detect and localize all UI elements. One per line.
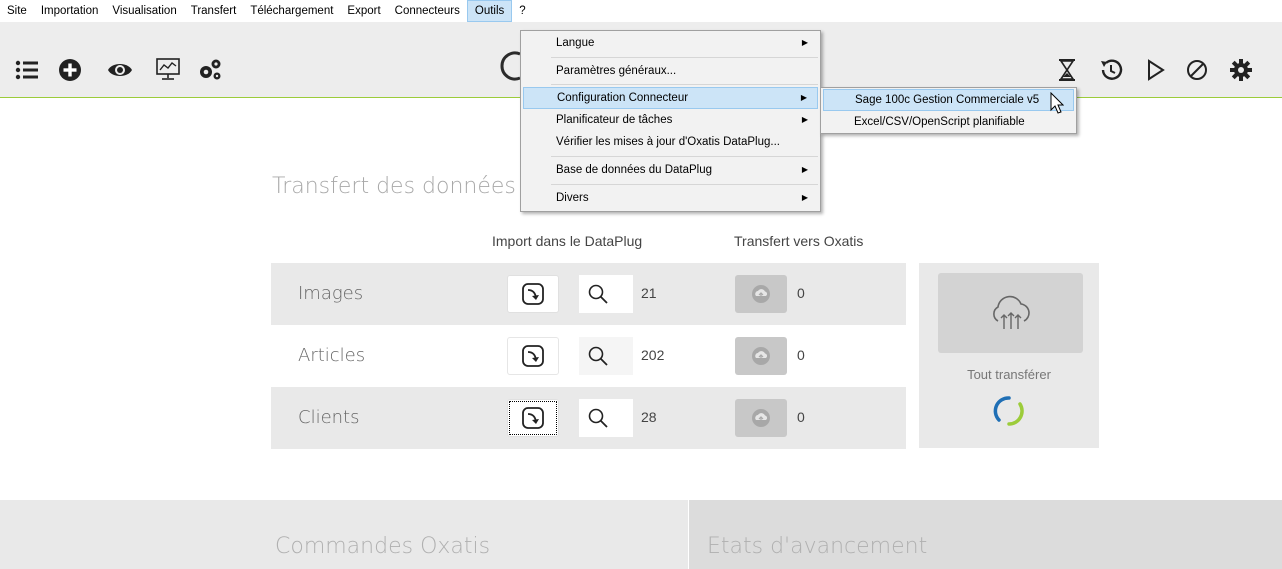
menu-importation[interactable]: Importation xyxy=(34,0,106,22)
import-count: 28 xyxy=(641,409,657,425)
submenu-item-excel[interactable]: Excel/CSV/OpenScript planifiable xyxy=(823,111,1074,133)
menu-help[interactable]: ? xyxy=(512,0,532,22)
app-window: Site Importation Visualisation Transfert… xyxy=(0,0,1282,569)
plus-circle-icon[interactable] xyxy=(55,55,85,85)
cloud-upload-large-icon xyxy=(992,295,1030,329)
menu-outils[interactable]: Outils xyxy=(466,0,513,22)
import-button[interactable] xyxy=(507,399,559,437)
submenu-arrow-icon: ▶ xyxy=(801,115,808,124)
tab-commandes[interactable]: Commandes Oxatis xyxy=(0,500,688,569)
menu-visualisation[interactable]: Visualisation xyxy=(105,0,183,22)
menu-separator xyxy=(551,184,818,185)
page-title: Transfert des données xyxy=(272,174,516,199)
import-count: 202 xyxy=(641,347,665,363)
menu-connecteurs[interactable]: Connecteurs xyxy=(388,0,467,22)
table-row-articles: Articles 202 0 xyxy=(271,325,906,387)
tab-commandes-label: Commandes Oxatis xyxy=(275,534,491,559)
play-icon[interactable] xyxy=(1140,55,1170,85)
logo-icon xyxy=(500,48,522,84)
column-header-transfer: Transfert vers Oxatis xyxy=(734,233,864,249)
menu-separator xyxy=(551,156,818,157)
menu-item-verifier-mises-a-jour[interactable]: Vérifier les mises à jour d'Oxatis DataP… xyxy=(523,131,818,153)
mouse-pointer-icon xyxy=(1050,92,1064,114)
view-button[interactable] xyxy=(579,275,633,313)
transfer-all-label: Tout transférer xyxy=(967,367,1051,382)
submenu-item-sage[interactable]: Sage 100c Gestion Commerciale v5 xyxy=(823,89,1074,111)
cloud-upload-icon xyxy=(752,347,770,365)
menu-bar: Site Importation Visualisation Transfert… xyxy=(0,0,1282,22)
row-label: Articles xyxy=(298,345,366,366)
transfer-button[interactable] xyxy=(735,337,787,375)
gears-icon[interactable] xyxy=(195,54,225,84)
menu-item-langue[interactable]: Langue ▶ xyxy=(523,32,818,54)
transfer-all-card: Tout transférer xyxy=(919,263,1099,448)
view-button[interactable] xyxy=(579,337,633,375)
cloud-upload-icon xyxy=(752,409,770,427)
menu-item-configuration-connecteur[interactable]: Configuration Connecteur ▶ xyxy=(523,87,818,109)
hourglass-icon[interactable] xyxy=(1052,55,1082,85)
transfer-count: 0 xyxy=(797,285,805,301)
menu-item-parametres[interactable]: Paramètres généraux... xyxy=(523,60,818,82)
loading-spinner-icon xyxy=(993,396,1024,426)
list-icon[interactable] xyxy=(12,55,42,85)
table-row-images: Images 21 0 xyxy=(271,263,906,325)
search-icon xyxy=(588,346,608,366)
eye-icon[interactable] xyxy=(105,55,135,85)
menu-separator xyxy=(551,57,818,58)
import-count: 21 xyxy=(641,285,657,301)
menu-export[interactable]: Export xyxy=(340,0,387,22)
import-icon xyxy=(522,407,544,429)
transfer-all-button[interactable] xyxy=(938,273,1083,353)
import-icon xyxy=(522,345,544,367)
gear-icon[interactable] xyxy=(1226,55,1256,85)
transfer-count: 0 xyxy=(797,347,805,363)
transfer-button[interactable] xyxy=(735,399,787,437)
menu-telechargement[interactable]: Téléchargement xyxy=(243,0,340,22)
cancel-icon[interactable] xyxy=(1182,55,1212,85)
menu-item-divers[interactable]: Divers ▶ xyxy=(523,187,818,209)
connecteur-submenu: Sage 100c Gestion Commerciale v5 Excel/C… xyxy=(820,87,1077,134)
outils-dropdown-menu: Langue ▶ Paramètres généraux... Configura… xyxy=(520,30,821,212)
submenu-arrow-icon: ▶ xyxy=(801,165,808,174)
history-icon[interactable] xyxy=(1096,55,1126,85)
submenu-arrow-icon: ▶ xyxy=(801,38,808,47)
cloud-upload-icon xyxy=(752,285,770,303)
monitor-chart-icon[interactable] xyxy=(153,54,183,84)
search-icon xyxy=(588,284,608,304)
submenu-arrow-icon: ▶ xyxy=(801,193,808,202)
row-label: Images xyxy=(298,283,364,304)
view-button[interactable] xyxy=(579,399,633,437)
tab-etats[interactable]: Etats d'avancement xyxy=(688,500,1282,569)
search-icon xyxy=(588,408,608,428)
menu-item-base-donnees[interactable]: Base de données du DataPlug ▶ xyxy=(523,159,818,181)
transfer-count: 0 xyxy=(797,409,805,425)
column-header-import: Import dans le DataPlug xyxy=(492,233,643,249)
table-row-clients: Clients 28 0 xyxy=(271,387,906,449)
tab-etats-label: Etats d'avancement xyxy=(707,534,928,559)
import-button[interactable] xyxy=(507,275,559,313)
menu-separator xyxy=(551,84,818,85)
submenu-arrow-icon: ▶ xyxy=(800,93,807,102)
menu-site[interactable]: Site xyxy=(0,0,34,22)
menu-item-planificateur[interactable]: Planificateur de tâches ▶ xyxy=(523,109,818,131)
menu-transfert[interactable]: Transfert xyxy=(184,0,244,22)
transfer-button[interactable] xyxy=(735,275,787,313)
import-button[interactable] xyxy=(507,337,559,375)
row-label: Clients xyxy=(298,407,360,428)
import-icon xyxy=(522,283,544,305)
